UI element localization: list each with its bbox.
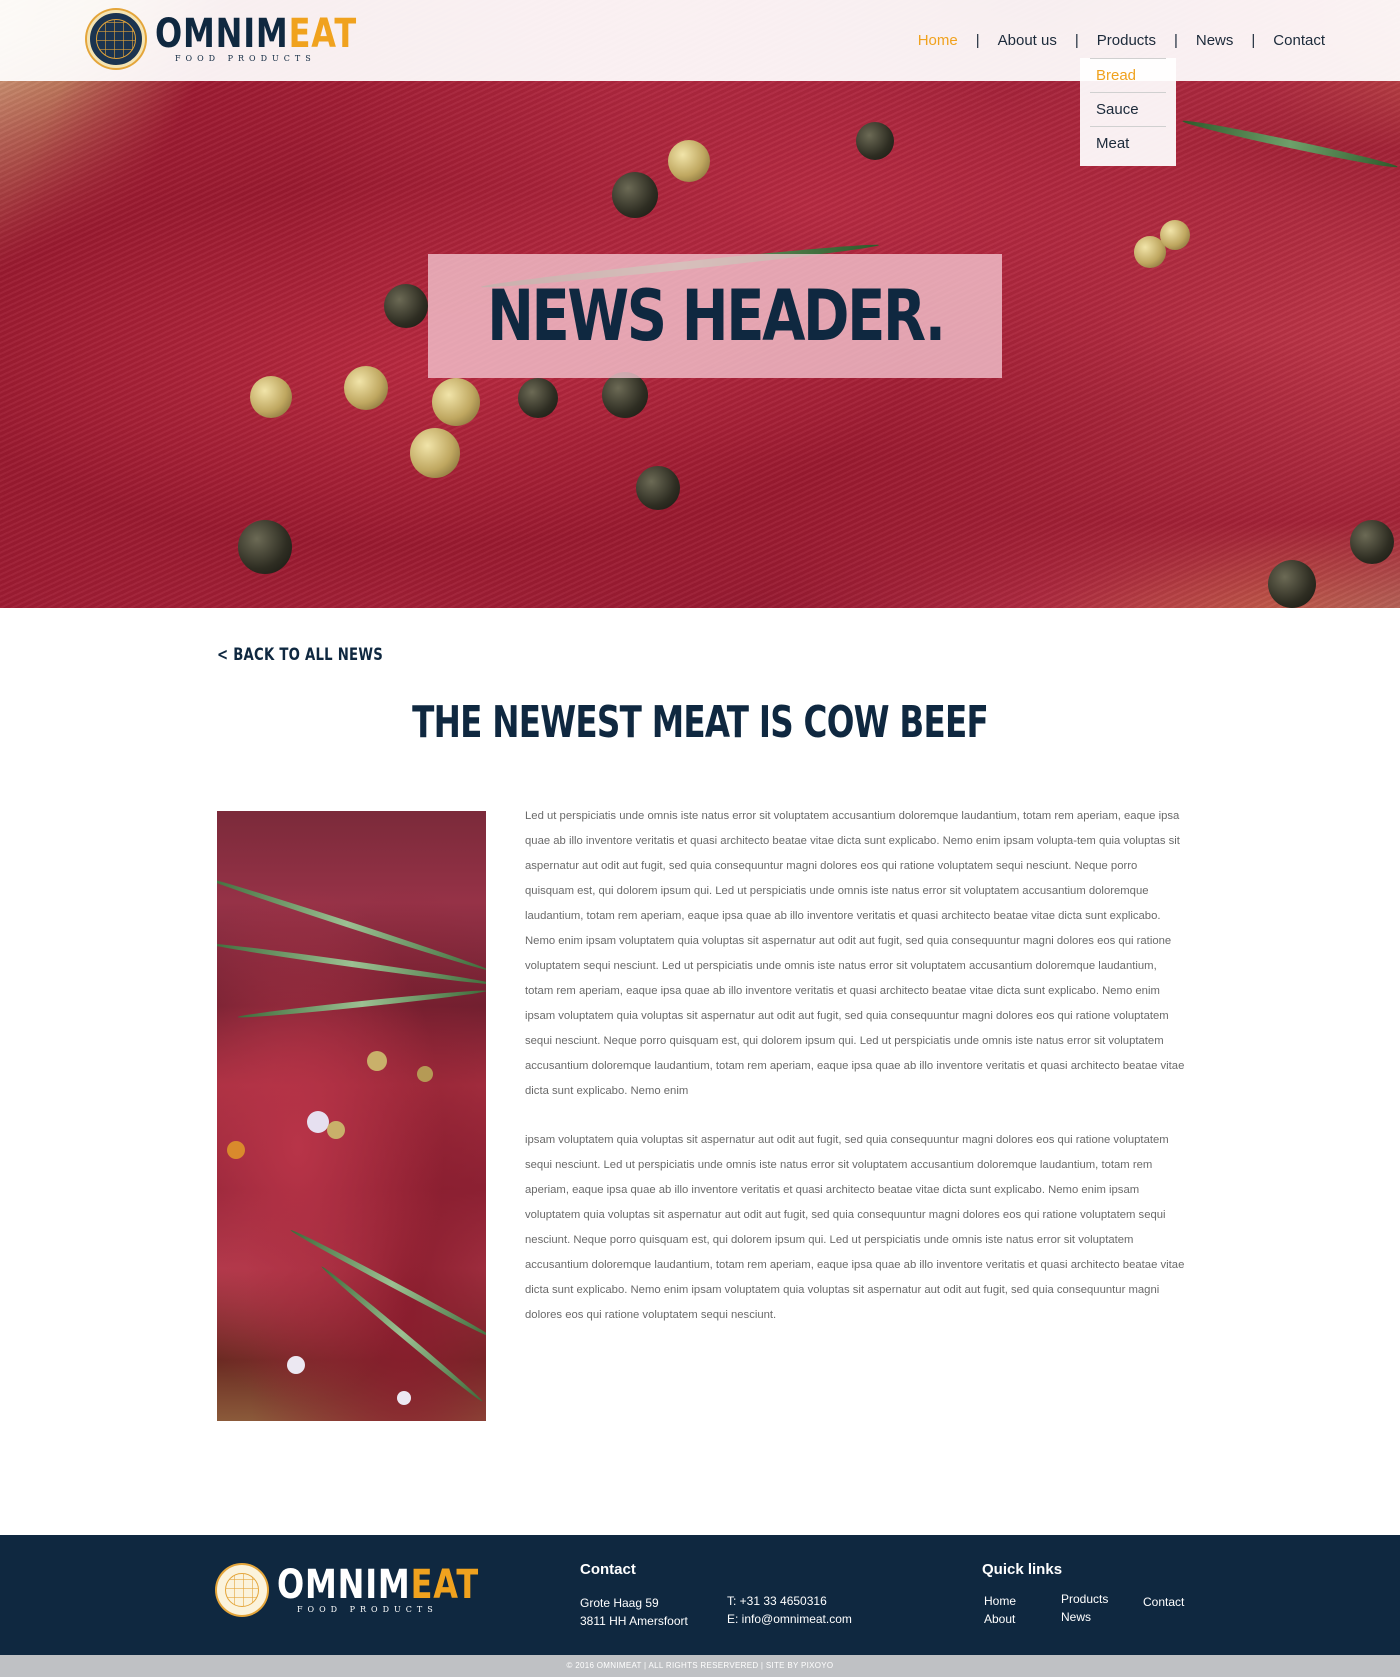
hero-banner: NEWS HEADER. bbox=[0, 0, 1400, 608]
salt-crystal-image bbox=[397, 1391, 411, 1405]
article-title: THE NEWEST MEAT IS COW BEEF bbox=[0, 697, 1400, 748]
nav-home[interactable]: Home bbox=[918, 32, 958, 49]
article-paragraph: Led ut perspiciatis unde omnis iste natu… bbox=[525, 810, 1185, 1097]
products-dropdown: Bread Sauce Meat bbox=[1080, 58, 1176, 166]
nav-separator: | bbox=[975, 32, 980, 49]
main-nav: Home | About us | Products | News | Cont… bbox=[918, 32, 1325, 49]
peppercorn-image bbox=[327, 1121, 345, 1139]
salt-crystal-image bbox=[307, 1111, 329, 1133]
peppercorn-image bbox=[856, 122, 894, 160]
site-header: OMNIMEAT FOOD PRODUCTS Home | About us |… bbox=[0, 0, 1400, 81]
logo-word-eat: EAT bbox=[288, 11, 357, 57]
nav-products[interactable]: Products bbox=[1097, 32, 1156, 49]
article-body: Led ut perspiciatis unde omnis iste natu… bbox=[525, 804, 1185, 1352]
footer-address-line2: 3811 HH Amersfoort bbox=[580, 1614, 688, 1628]
dropdown-item-meat[interactable]: Meat bbox=[1090, 126, 1166, 160]
logo-word-omni: OMNIM bbox=[277, 1562, 411, 1608]
peppercorn-image bbox=[417, 1066, 433, 1082]
nav-about-us[interactable]: About us bbox=[998, 32, 1057, 49]
footer-link-home[interactable]: Home bbox=[984, 1594, 1016, 1608]
rosemary-sprig-image bbox=[1181, 117, 1399, 171]
dropdown-item-bread[interactable]: Bread bbox=[1090, 58, 1166, 92]
salt-crystal-image bbox=[287, 1356, 305, 1374]
peppercorn-image bbox=[668, 140, 710, 182]
footer-phone: T: +31 33 4650316 bbox=[727, 1594, 827, 1608]
logo-word-eat: EAT bbox=[410, 1562, 479, 1608]
footer-email-link[interactable]: E: info@omnimeat.com bbox=[727, 1610, 852, 1628]
hero-title-box: NEWS HEADER. bbox=[428, 254, 1002, 378]
nav-news[interactable]: News bbox=[1196, 32, 1234, 49]
nav-contact[interactable]: Contact bbox=[1273, 32, 1325, 49]
spice-flake-image bbox=[227, 1141, 245, 1159]
peppercorn-image bbox=[344, 366, 388, 410]
footer-logo-text: OMNIMEAT FOOD PRODUCTS bbox=[277, 1565, 529, 1615]
footer-logo[interactable]: OMNIMEAT FOOD PRODUCTS bbox=[217, 1565, 529, 1615]
site-footer: OMNIMEAT FOOD PRODUCTS Contact Grote Haa… bbox=[0, 1535, 1400, 1655]
copyright-bar: © 2016 OMNIMEAT | ALL RIGHTS RESERVERED … bbox=[0, 1655, 1400, 1677]
peppercorn-image bbox=[602, 372, 648, 418]
site-logo[interactable]: OMNIMEAT FOOD PRODUCTS bbox=[87, 10, 407, 68]
footer-link-about[interactable]: About bbox=[984, 1612, 1015, 1626]
article-title-text: THE NEWEST MEAT IS COW BEEF bbox=[412, 697, 989, 748]
back-to-all-news-link[interactable]: < BACK TO ALL NEWS bbox=[217, 645, 383, 665]
nav-separator: | bbox=[1251, 32, 1256, 49]
footer-link-news[interactable]: News bbox=[1061, 1610, 1091, 1624]
peppercorn-image bbox=[1268, 560, 1316, 608]
logo-word-omni: OMNIM bbox=[155, 11, 289, 57]
globe-icon bbox=[217, 1565, 267, 1615]
footer-address-line1: Grote Haag 59 bbox=[580, 1596, 659, 1610]
peppercorn-image bbox=[238, 520, 292, 574]
peppercorn-image bbox=[250, 376, 292, 418]
peppercorn-image bbox=[384, 284, 428, 328]
footer-contact-heading: Contact bbox=[580, 1561, 636, 1578]
rosemary-sprig-image bbox=[217, 940, 486, 988]
peppercorn-image bbox=[612, 172, 658, 218]
peppercorn-image bbox=[432, 378, 480, 426]
footer-link-contact[interactable]: Contact bbox=[1143, 1595, 1184, 1609]
peppercorn-image bbox=[1350, 520, 1394, 564]
logo-wordmark: OMNIMEAT bbox=[155, 14, 357, 54]
dropdown-item-sauce[interactable]: Sauce bbox=[1090, 92, 1166, 126]
peppercorn-image bbox=[410, 428, 460, 478]
globe-icon bbox=[87, 10, 145, 68]
footer-link-products[interactable]: Products bbox=[1061, 1592, 1108, 1606]
hero-title: NEWS HEADER. bbox=[486, 275, 946, 357]
nav-separator: | bbox=[1074, 32, 1079, 49]
rosemary-sprig-image bbox=[237, 987, 486, 1021]
rosemary-sprig-image bbox=[217, 874, 486, 974]
peppercorn-image bbox=[367, 1051, 387, 1071]
logo-text: OMNIMEAT FOOD PRODUCTS bbox=[155, 14, 407, 64]
peppercorn-image bbox=[1160, 220, 1190, 250]
article-paragraph: ipsam voluptatem quia voluptas sit asper… bbox=[525, 1134, 1185, 1321]
footer-logo-wordmark: OMNIMEAT bbox=[277, 1565, 479, 1605]
footer-quick-links-heading: Quick links bbox=[982, 1561, 1063, 1578]
peppercorn-image bbox=[636, 466, 680, 510]
nav-separator: | bbox=[1173, 32, 1178, 49]
peppercorn-image bbox=[518, 378, 558, 418]
article-image bbox=[217, 811, 486, 1421]
